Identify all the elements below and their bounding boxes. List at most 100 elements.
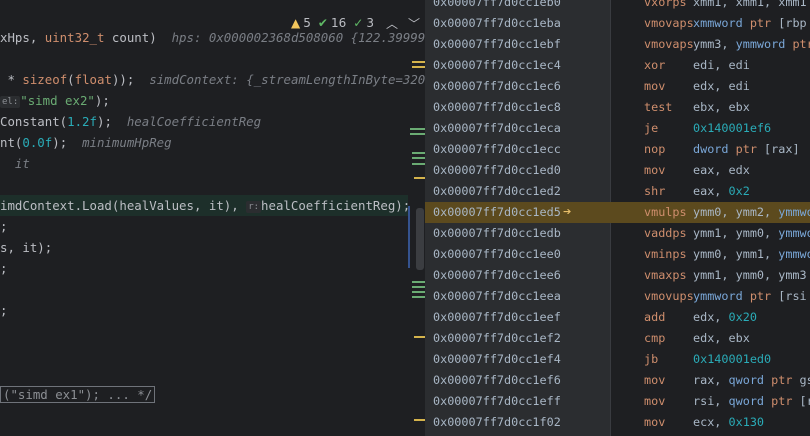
code-line[interactable]: s, it);	[0, 237, 405, 258]
code-line[interactable]	[0, 6, 405, 27]
change-marker	[414, 336, 425, 338]
disassembly-row[interactable]: 0x00007ff7d0cc1eca je 0x140001ef6	[425, 118, 810, 139]
code-line[interactable]: nt(0.0f); minimumHpReg	[0, 132, 405, 153]
disassembly-row[interactable]: 0x00007ff7d0cc1ef6 mov rax, qword ptr gs	[425, 370, 810, 391]
disassembly-panel[interactable]: 0x00007ff7d0cc1eb0 vxorps xmm1, xmm1, xmm1…	[425, 0, 810, 436]
code-token: imdContext.Load(healValues, it),	[0, 198, 247, 213]
instruction-mnemonic: vmovaps	[644, 16, 694, 30]
disassembly-row[interactable]: 0x00007ff7d0cc1eff mov rsi, qword ptr [r	[425, 391, 810, 412]
disassembly-row[interactable]: 0x00007ff7d0cc1eba vmovaps xmmword ptr [rb…	[425, 13, 810, 34]
instruction-address: 0x00007ff7d0cc1ec6	[433, 79, 561, 93]
instruction-operands: ymm1, ymm0, ymm3	[693, 265, 810, 286]
disassembly-row[interactable]: 0x00007ff7d0cc1eea vmovups ymmword ptr [rs…	[425, 286, 810, 307]
code-token: uint32_t	[44, 30, 105, 45]
code-line[interactable]: ;	[0, 258, 405, 279]
disassembly-row[interactable]: 0x00007ff7d0cc1edb vaddps ymm1, ymm0, ymmw…	[425, 223, 810, 244]
change-marker	[412, 163, 425, 165]
code-line[interactable]: el: "simd ex2");	[0, 90, 405, 111]
param-hint: el:	[0, 95, 21, 108]
code-line[interactable]: xHps, uint32_t count) hps: 0x000002368d5…	[0, 27, 425, 48]
instruction-operands: edx, edi	[693, 76, 750, 97]
code-token: float	[74, 72, 112, 87]
code-line[interactable]	[0, 174, 405, 195]
instruction-address: 0x00007ff7d0cc1ecc	[433, 142, 561, 156]
inlay-hint: healCoefficientReg	[126, 114, 262, 129]
instruction-mnemonic: test	[644, 100, 673, 114]
disassembly-row[interactable]: 0x00007ff7d0cc1ef4 jb 0x140001ed0	[425, 349, 810, 370]
folded-region[interactable]: ("simd ex1"); ... */	[0, 386, 156, 403]
code-token: s, it);	[0, 240, 53, 255]
operand-token: ptr	[749, 289, 772, 303]
instruction-mnemonic: jb	[644, 352, 659, 366]
instruction-operands: xmmword ptr [rbp	[693, 13, 807, 34]
instruction-mnemonic: nop	[644, 142, 666, 156]
code-line[interactable]	[0, 342, 405, 363]
change-marker	[410, 133, 425, 135]
code-token: );	[96, 114, 127, 129]
operand-token: 0x20	[728, 310, 757, 324]
instruction-address: 0x00007ff7d0cc1ed2	[433, 184, 561, 198]
instruction-address: 0x00007ff7d0cc1eca	[433, 121, 561, 135]
disassembly-row[interactable]: 0x00007ff7d0cc1ef2 cmp edx, ebx	[425, 328, 810, 349]
operand-token: ymm3,	[693, 37, 736, 51]
code-line[interactable]: imdContext.Load(healValues, it), r: healC…	[0, 195, 410, 216]
code-line[interactable]: ;	[0, 216, 405, 237]
operand-token: ymmwo	[778, 247, 810, 261]
code-line[interactable]: ("simd ex1"); ... */	[0, 384, 405, 405]
operand-token: 0x140001ef6	[693, 121, 772, 135]
code-token: *	[0, 72, 23, 87]
disassembly-row[interactable]: 0x00007ff7d0cc1eef add edx, 0x20	[425, 307, 810, 328]
disassembly-row[interactable]: 0x00007ff7d0cc1ee6 vmaxps ymm1, ymm0, ymm3	[425, 265, 810, 286]
disassembly-row[interactable]: 0x00007ff7d0cc1ed2 shr eax, 0x2	[425, 181, 810, 202]
disassembly-row[interactable]: 0x00007ff7d0cc1ec8 test ebx, ebx	[425, 97, 810, 118]
code-line[interactable]: Constant(1.2f); healCoefficientReg	[0, 111, 405, 132]
disassembly-row[interactable]: 0x00007ff7d0cc1ec6 mov edx, edi	[425, 76, 810, 97]
instruction-address: 0x00007ff7d0cc1eea	[433, 289, 561, 303]
instruction-address: 0x00007ff7d0cc1ef4	[433, 352, 561, 366]
instruction-mnemonic: vxorps	[644, 0, 687, 9]
disassembly-row[interactable]: 0x00007ff7d0cc1ee0 vminps ymm0, ymm1, ymmw…	[425, 244, 810, 265]
chevron-down-icon[interactable]: ﹀	[408, 15, 420, 32]
code-token: count)	[104, 30, 172, 45]
code-editor[interactable]: ▲ 5 ✔ 16 ✓ 3 ︿ ﹀ xHps, uint32_t count) h…	[0, 0, 425, 436]
code-line[interactable]	[0, 363, 405, 384]
operand-token: [rsi	[771, 289, 807, 303]
instruction-address: 0x00007ff7d0cc1ebf	[433, 37, 561, 51]
instruction-operands: edi, edi	[693, 55, 750, 76]
change-marker	[412, 152, 425, 154]
instruction-mnemonic: je	[644, 121, 659, 135]
instruction-operands: rsi, qword ptr [r	[693, 391, 810, 412]
disassembly-row[interactable]: 0x00007ff7d0cc1ebf vmovaps ymm3, ymmword p…	[425, 34, 810, 55]
current-instruction-row[interactable]: 0x00007ff7d0cc1ed5 ➔ vmulps ymm0, ymm2, ymm…	[425, 202, 810, 223]
operand-token: ptr	[771, 394, 793, 408]
execution-point-arrow-icon: ➔	[563, 204, 572, 220]
change-marker	[412, 281, 425, 283]
scrollbar-thumb[interactable]	[416, 208, 424, 270]
operand-token: qword	[728, 373, 772, 387]
code-line[interactable]: ;	[0, 300, 405, 321]
operand-token: rax,	[693, 373, 729, 387]
code-token: ));	[111, 72, 150, 87]
instruction-mnemonic: add	[644, 310, 666, 324]
operand-token: ymm1, ymm0, ymm3	[693, 268, 810, 282]
code-line[interactable]	[0, 48, 405, 69]
code-line[interactable]	[0, 321, 405, 342]
code-line[interactable]	[0, 279, 405, 300]
disassembly-row[interactable]: 0x00007ff7d0cc1f02 mov ecx, 0x130	[425, 412, 810, 433]
disassembly-row[interactable]: 0x00007ff7d0cc1ed0 mov eax, edx	[425, 160, 810, 181]
operand-token: xmm1, xmm1, xmm1	[693, 0, 807, 9]
code-token: );	[94, 93, 110, 108]
code-token: );	[52, 135, 83, 150]
code-line[interactable]: it	[0, 153, 405, 174]
disassembly-row[interactable]: 0x00007ff7d0cc1ec4 xor edi, edi	[425, 55, 810, 76]
instruction-operands: edx, ebx	[693, 328, 750, 349]
instruction-address: 0x00007ff7d0cc1ee6	[433, 268, 561, 282]
operand-token: qword	[728, 394, 772, 408]
code-line[interactable]: * sizeof(float)); simdContext: {_streamL…	[0, 69, 425, 90]
change-marker	[414, 177, 425, 179]
operand-token: 0x140001ed0	[693, 352, 772, 366]
disassembly-row[interactable]: 0x00007ff7d0cc1ecc nop dword ptr [rax]	[425, 139, 810, 160]
instruction-mnemonic: vmovups	[644, 289, 694, 303]
code-token: sizeof	[22, 72, 68, 87]
disassembly-row[interactable]: 0x00007ff7d0cc1eb0 vxorps xmm1, xmm1, xmm1	[425, 0, 810, 13]
